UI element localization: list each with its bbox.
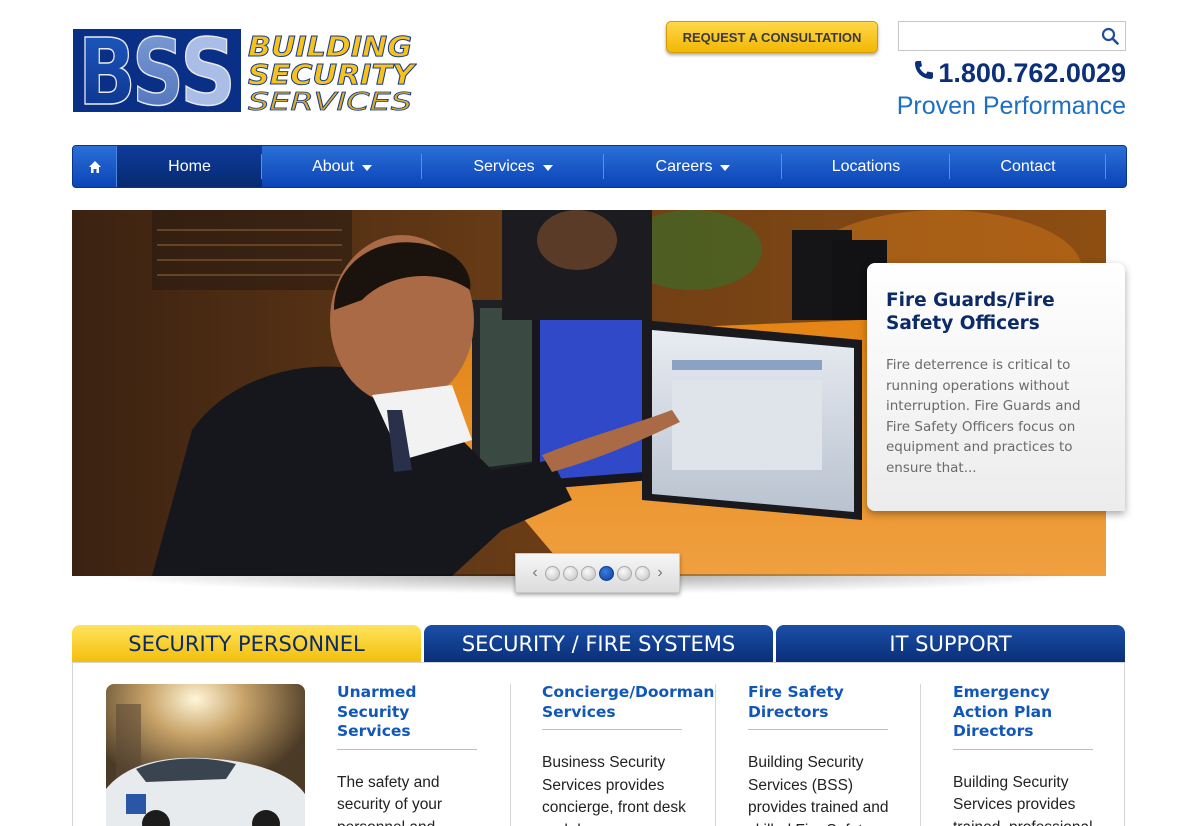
phone-icon <box>912 58 936 89</box>
nav-home[interactable]: Home <box>117 146 262 187</box>
nav-label: About <box>312 157 354 175</box>
service-title-link[interactable]: Unarmed Security Services <box>337 683 477 750</box>
divider <box>510 684 511 826</box>
phone-number[interactable]: 1.800.762.0029 <box>912 58 1126 89</box>
slide-caption-card[interactable]: Fire Guards/Fire Safety Officers Fire de… <box>867 263 1125 511</box>
divider <box>715 684 716 826</box>
service-fire-safety-directors: Fire Safety Directors Building Security … <box>748 683 908 826</box>
divider <box>920 684 921 826</box>
bss-logo[interactable]: B S S BUILDING SECURITY SERVICES <box>72 26 417 116</box>
service-description: Building Security Services provides trai… <box>953 773 1093 826</box>
nav-label: Careers <box>655 157 713 175</box>
svg-text:S: S <box>180 26 236 116</box>
slide-dot[interactable] <box>563 565 578 581</box>
caret-down-icon <box>720 164 731 171</box>
nav-about[interactable]: About <box>262 146 422 187</box>
nav-label: Contact <box>1000 157 1056 175</box>
tab-security-personnel[interactable]: SECURITY PERSONNEL <box>72 625 421 662</box>
service-title-link[interactable]: Fire Safety Directors <box>748 683 888 730</box>
service-description: Business Security Services provides conc… <box>542 754 686 826</box>
search-icon[interactable] <box>1095 22 1125 50</box>
service-title-link[interactable]: Emergency Action Plan Directors <box>953 683 1093 750</box>
tab-security-fire-systems[interactable]: SECURITY / FIRE SYSTEMS <box>424 625 773 662</box>
home-icon <box>88 160 101 173</box>
service-description: Building Security Services (BSS) provide… <box>748 754 889 826</box>
slide-dot[interactable] <box>617 565 632 581</box>
main-nav: Home About Services Careers Locations Co… <box>72 145 1127 188</box>
service-description: The safety and security of your personne… <box>337 773 443 826</box>
nav-label: Locations <box>831 157 901 175</box>
caret-down-icon <box>361 164 372 171</box>
nav-locations[interactable]: Locations <box>782 146 950 187</box>
service-title-link[interactable]: Concierge/Doorman Services <box>542 683 714 730</box>
tab-it-support[interactable]: IT SUPPORT <box>776 625 1125 662</box>
nav-careers[interactable]: Careers <box>604 146 782 187</box>
slide-dot[interactable] <box>581 565 596 581</box>
slideshow-pager: ‹ › <box>515 553 680 593</box>
service-tabs: SECURITY PERSONNEL SECURITY / FIRE SYSTE… <box>72 625 1125 662</box>
slide-dot[interactable] <box>545 565 560 581</box>
service-concierge-doorman: Concierge/Doorman Services Business Secu… <box>542 683 714 826</box>
security-vehicle-photo <box>106 684 305 826</box>
request-consultation-button[interactable]: REQUEST A CONSULTATION <box>666 21 878 53</box>
slide-dot[interactable] <box>635 565 650 581</box>
home-icon-button[interactable] <box>73 146 117 187</box>
caret-down-icon <box>542 164 553 171</box>
chevron-left-icon[interactable]: ‹ <box>528 564 542 582</box>
nav-contact[interactable]: Contact <box>950 146 1106 187</box>
service-emergency-action-plan: Emergency Action Plan Directors Building… <box>953 683 1113 826</box>
nav-label: Services <box>473 157 535 175</box>
slide-title[interactable]: Fire Guards/Fire Safety Officers <box>886 289 1105 335</box>
svg-text:SERVICES: SERVICES <box>248 87 412 116</box>
phone-text: 1.800.762.0029 <box>938 58 1126 88</box>
tagline: Proven Performance <box>896 92 1126 120</box>
slide-dot-active[interactable] <box>599 565 614 581</box>
nav-label: Home <box>168 157 211 175</box>
service-unarmed-security: Unarmed Security Services The safety and… <box>337 683 497 826</box>
chevron-right-icon[interactable]: › <box>653 564 667 582</box>
search-input[interactable] <box>899 22 1095 50</box>
slide-text: Fire deterrence is critical to running o… <box>886 357 1081 476</box>
search-box <box>898 21 1126 51</box>
nav-services[interactable]: Services <box>422 146 604 187</box>
svg-text:S: S <box>132 26 184 116</box>
svg-text:B: B <box>78 26 136 116</box>
